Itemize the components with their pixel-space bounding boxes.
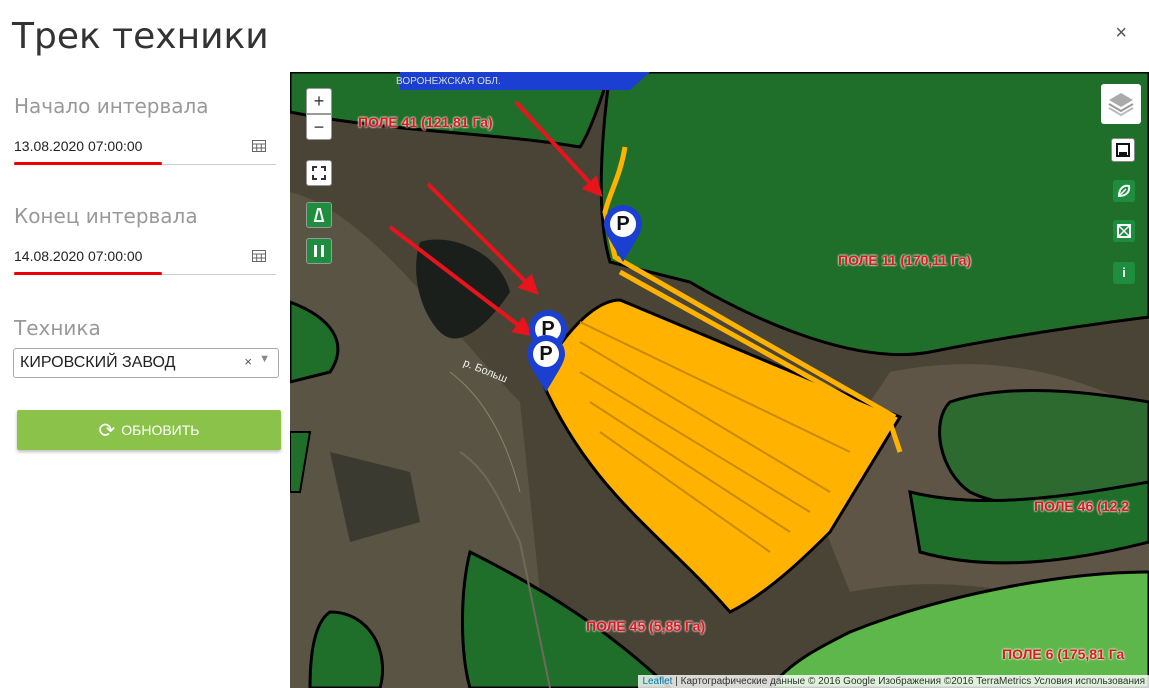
ndvi-button[interactable]: [1113, 180, 1135, 202]
start-date-field[interactable]: 13.08.2020 07:00:00: [14, 134, 276, 165]
vehicle-select-value: КИРОВСКИЙ ЗАВОД: [20, 354, 176, 371]
field-label-11: ПОЛЕ 11 (170,11 Га): [838, 252, 972, 268]
filter-sidebar: Начало интервала 13.08.2020 07:00:00 Кон…: [0, 72, 290, 688]
highlight-underline: [14, 272, 162, 275]
square-icon: [1116, 143, 1130, 157]
road-icon: [313, 208, 325, 222]
map-canvas: [290, 72, 1149, 688]
field-label-45: ПОЛЕ 45 (5,85 Га): [586, 618, 706, 634]
start-interval-label: Начало интервала: [14, 94, 209, 118]
info-button[interactable]: i: [1113, 262, 1135, 284]
fullscreen-button[interactable]: [306, 160, 332, 186]
fullscreen-icon: [312, 166, 326, 180]
field-view-button[interactable]: [1113, 220, 1135, 242]
vehicle-label: Техника: [14, 316, 101, 340]
measure-button[interactable]: [306, 202, 332, 228]
layers-icon: [1108, 93, 1134, 117]
zoom-in-button[interactable]: +: [306, 88, 332, 114]
map-view[interactable]: P P P ВОРОНЕЖСКАЯ ОБЛ. ПОЛЕ 41 (121,81 Г…: [290, 72, 1149, 688]
leaflet-link[interactable]: Leaflet: [642, 676, 672, 687]
zoom-out-button[interactable]: −: [306, 114, 332, 140]
fields-icon: [1117, 224, 1131, 238]
chevron-down-icon[interactable]: ▼: [259, 353, 270, 365]
refresh-icon: ⟳: [98, 420, 116, 442]
region-label: ВОРОНЕЖСКАЯ ОБЛ.: [396, 76, 501, 87]
parking-marker-label: P: [541, 318, 555, 340]
parking-marker-label: P: [539, 343, 553, 365]
end-date-field[interactable]: 14.08.2020 07:00:00: [14, 244, 276, 275]
dialog-header: Трек техники ×: [0, 0, 1149, 72]
map-style-button[interactable]: [1111, 138, 1135, 162]
parking-marker-label: P: [616, 213, 630, 235]
field-label-41: ПОЛЕ 41 (121,81 Га): [358, 114, 493, 130]
attribution-text: | Картографические данные © 2016 Google …: [672, 676, 1145, 687]
vehicle-select[interactable]: КИРОВСКИЙ ЗАВОД × ▼: [13, 348, 279, 378]
calendar-icon[interactable]: [252, 250, 266, 262]
refresh-button-label: ОБНОВИТЬ: [121, 422, 200, 438]
field-label-46: ПОЛЕ 46 (12,2: [1034, 498, 1130, 514]
end-interval-label: Конец интервала: [14, 204, 198, 228]
clear-icon[interactable]: ×: [244, 354, 252, 369]
refresh-button[interactable]: ⟳ ОБНОВИТЬ: [17, 410, 281, 450]
field-label-6: ПОЛЕ 6 (175,81 Га: [1002, 646, 1125, 662]
pause-icon: [314, 245, 324, 257]
close-button[interactable]: ×: [1115, 22, 1127, 45]
calendar-icon[interactable]: [252, 140, 266, 152]
end-date-value: 14.08.2020 07:00:00: [14, 248, 143, 264]
highlight-underline: [14, 162, 162, 165]
start-date-value: 13.08.2020 07:00:00: [14, 138, 143, 154]
leaf-icon: [1117, 184, 1131, 198]
pause-button[interactable]: [306, 238, 332, 264]
layers-button[interactable]: [1101, 84, 1141, 124]
map-attribution: Leaflet | Картографические данные © 2016…: [638, 675, 1149, 688]
dialog-title: Трек техники: [12, 16, 269, 57]
